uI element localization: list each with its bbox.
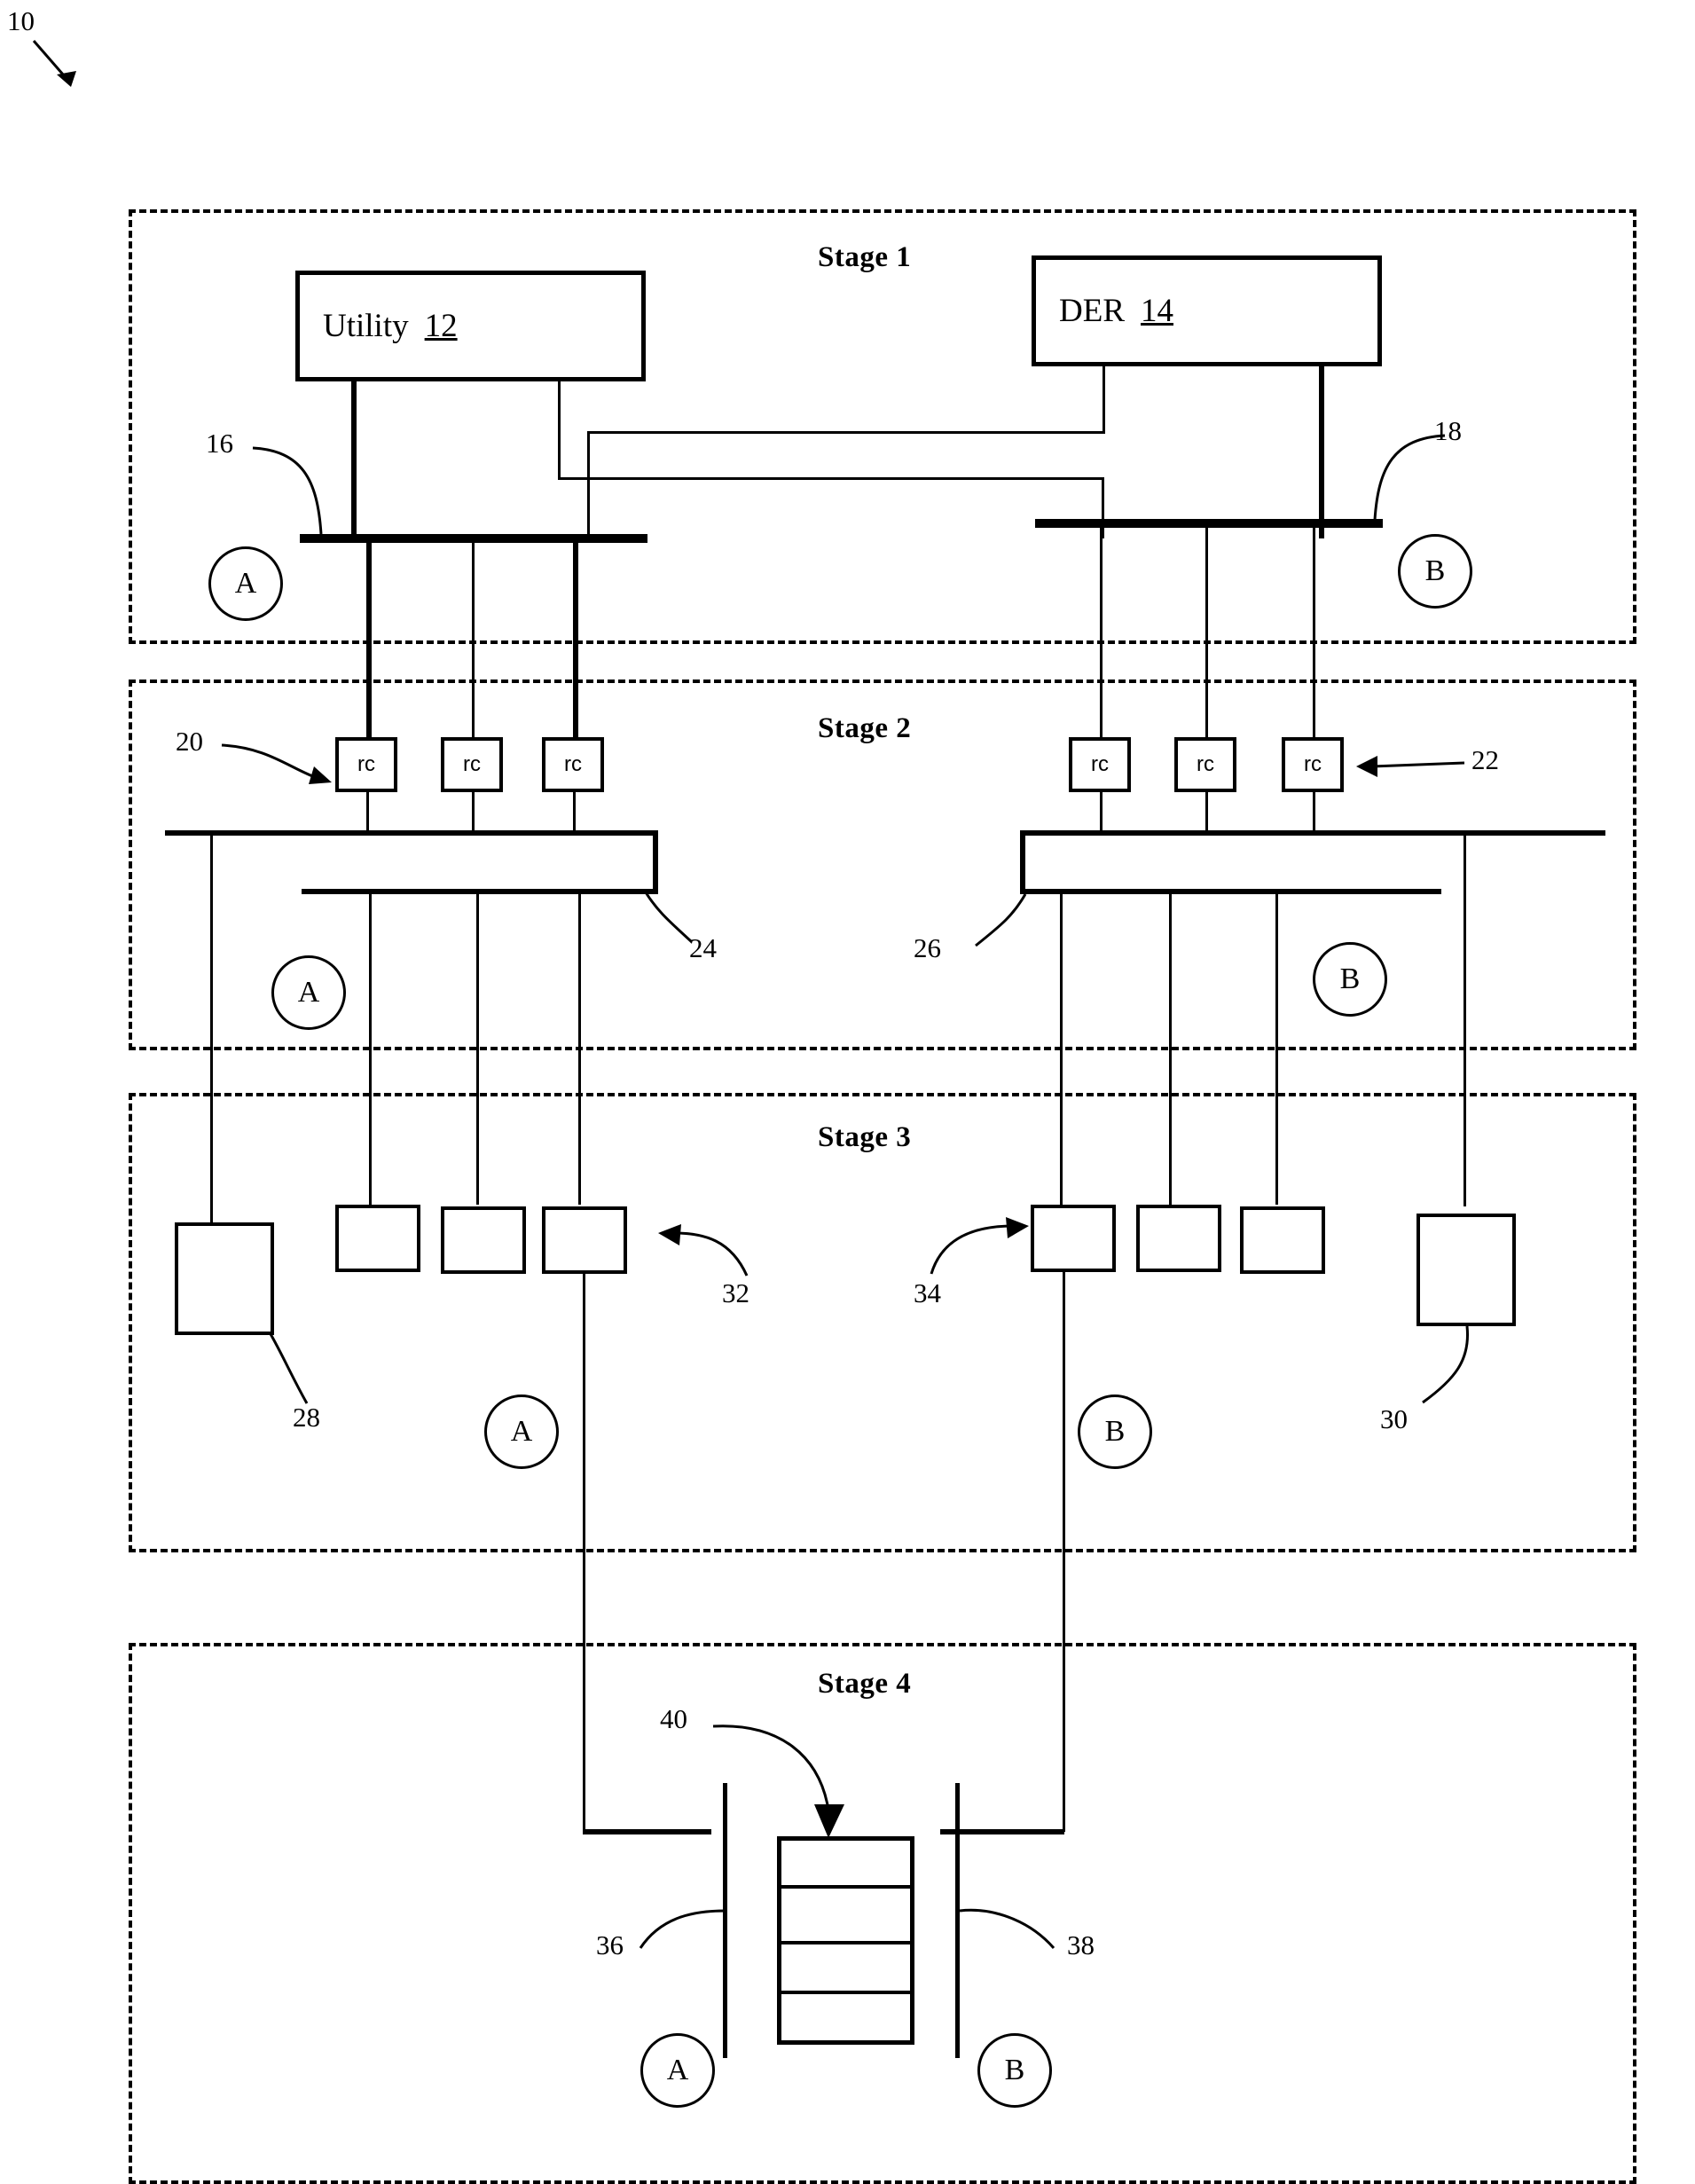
relay-group-b-arrow [1356,756,1465,777]
load-b-2-box [1136,1205,1221,1272]
load-28-box [175,1222,274,1335]
utility-to-bus-b-run [558,477,1104,480]
load-a-3-box [542,1206,627,1274]
relay-b-1-label: rc [1091,752,1109,776]
bus-a-stage1-number: 16 [206,428,233,459]
relay-a-2-label: rc [463,752,481,776]
relay-b-3-label: rc [1304,752,1322,776]
der-to-bus-a-drop [587,431,590,538]
relay-a-1-lead [366,792,369,834]
relay-b-3-lead [1313,792,1315,834]
side-tag-a-stage1: A [208,546,283,621]
stack-divider-3 [781,1991,910,1994]
relay-b-2-lead [1205,792,1208,834]
relay-group-a-number: 20 [176,726,203,757]
load-group-32-arrow [658,1224,749,1277]
relay-b-2-label: rc [1197,752,1214,776]
stack-divider-1 [781,1885,910,1889]
bus-b-stage2-number: 26 [914,932,941,963]
bus-b-stage2-leader [975,893,1027,947]
bus-b-stage1-leader [1373,434,1446,521]
load-30-number: 30 [1380,1403,1408,1434]
feeder-36-number: 36 [596,1929,624,1960]
bus-a-stage2-lower-rail [302,889,658,894]
side-tag-b-stage2: B [1313,942,1387,1017]
load-b-1-box [1031,1205,1116,1272]
der-source-box: DER 14 [1032,255,1382,366]
bus-b-stage2-riser [1020,830,1025,894]
side-tag-a-stage3: A [484,1394,559,1469]
stage-2-title: Stage 2 [818,712,912,744]
utility-to-bus-a-wire [351,381,357,538]
feeder-38-leader [959,1908,1055,1949]
relay-a-3-lead [573,792,576,834]
stage-3-title: Stage 3 [818,1121,912,1153]
side-tag-a-stage2: A [271,955,346,1030]
bus-a-stage2-leader [644,892,694,944]
utility-crossover-drop [558,381,561,480]
stack-40-number: 40 [660,1703,687,1734]
stack-divider-2 [781,1941,910,1944]
load-28-leader [268,1332,309,1404]
utility-number: 12 [424,308,458,344]
utility-label: Utility [323,308,409,344]
der-crossover-drop [1103,366,1105,433]
patent-figure: 10 Stage 1 Utility 12 DER 14 16 18 A B S… [0,0,1695,2184]
load-30-leader [1422,1325,1470,1404]
side-tag-b-stage3: B [1078,1394,1152,1469]
utility-source-box: Utility 12 [295,271,646,381]
side-tag-a-stage4: A [640,2033,715,2108]
relay-b-1[interactable]: rc [1069,737,1131,792]
relay-a-3-label: rc [564,752,582,776]
der-to-bus-a-run [587,431,1105,434]
relay-b-2[interactable]: rc [1174,737,1236,792]
relay-a-1[interactable]: rc [335,737,397,792]
bus-b-stage2-lower-rail [1020,889,1441,894]
load-a-1-box [335,1205,420,1272]
relay-b-3[interactable]: rc [1282,737,1344,792]
bus-a-stage2-riser [653,830,658,894]
der-number: 14 [1141,293,1173,329]
load-30-box [1416,1214,1516,1326]
relay-b-1-lead [1100,792,1103,834]
figure-reference-arrow [32,40,76,87]
bus-a-stage1-leader [252,446,323,535]
figure-reference-numeral: 10 [7,5,35,36]
load-group-34-arrow [930,1217,1029,1275]
bus-a-stage2-upper-rail [165,830,658,836]
relay-group-b-number: 22 [1471,744,1499,775]
feeder-36-leader [639,1909,726,1949]
load-b-3-box [1240,1206,1325,1274]
bus-b-stage2-upper-rail [1020,830,1605,836]
relay-a-1-label: rc [357,752,375,776]
relay-a-3[interactable]: rc [542,737,604,792]
der-to-bus-b-wire [1319,366,1324,538]
relay-a-2[interactable]: rc [441,737,503,792]
load-a-2-box [441,1206,526,1274]
der-label: DER [1059,293,1125,329]
stage-4-title: Stage 4 [818,1668,912,1700]
stage-1-title: Stage 1 [818,241,912,273]
side-tag-b-stage1: B [1398,534,1472,609]
relay-a-2-lead [472,792,475,834]
relay-group-a-arrow [221,743,332,784]
side-tag-b-stage4: B [977,2033,1052,2108]
stage-3-container [129,1093,1636,1552]
stack-40 [777,1836,914,2045]
bus-b-stage1 [1035,519,1383,528]
feeder-38-number: 38 [1067,1929,1095,1960]
